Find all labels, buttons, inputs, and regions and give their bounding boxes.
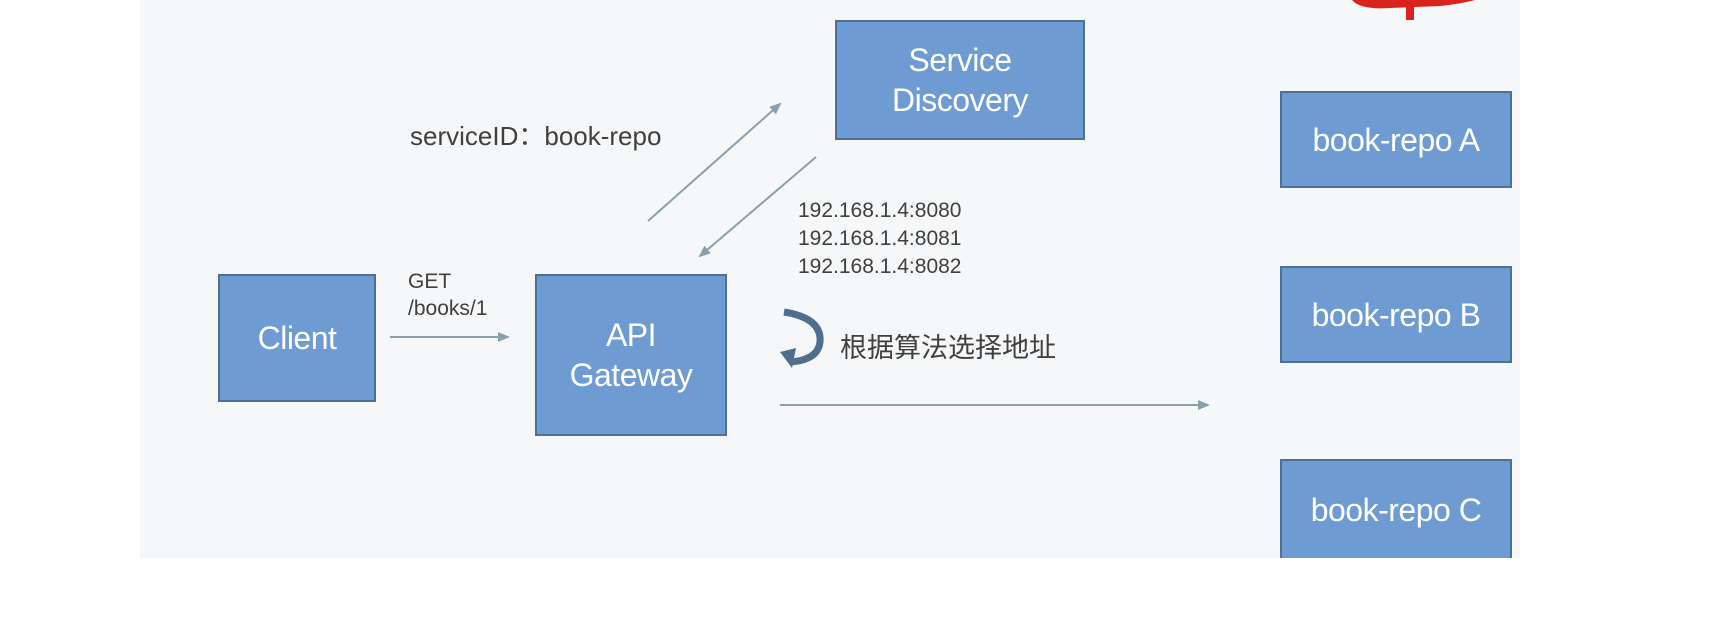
diagram-stage: Client API Gateway Service Discovery boo… — [0, 0, 1736, 626]
api-gateway-box: API Gateway — [535, 274, 727, 436]
service-discovery-label-line2: Discovery — [892, 82, 1028, 118]
api-gateway-label-line2: Gateway — [569, 357, 693, 393]
request-label: GET /books/1 — [408, 268, 487, 322]
request-path-label: /books/1 — [408, 297, 488, 320]
request-method-label: GET — [408, 270, 452, 293]
api-gateway-label-line1: API — [605, 317, 657, 353]
client-label: Client — [257, 320, 337, 356]
book-repo-c-label: book-repo C — [1310, 491, 1482, 528]
book-repo-b-label: book-repo B — [1311, 296, 1481, 333]
address-item: 192.168.1.4:8082 — [798, 255, 962, 278]
service-discovery-box: Service Discovery — [835, 20, 1085, 140]
curved-return-arrow-icon — [780, 308, 824, 368]
service-id-label: serviceID：book-repo — [410, 121, 662, 151]
service-discovery-label-line1: Service — [908, 42, 1012, 78]
book-repo-b-box: book-repo B — [1280, 266, 1512, 363]
book-repo-a-box: book-repo A — [1280, 91, 1512, 188]
algorithm-label: 根据算法选择地址 — [840, 333, 1056, 363]
address-item: 192.168.1.4:8081 — [798, 227, 962, 250]
book-repo-c-box: book-repo C — [1280, 459, 1512, 558]
book-repo-a-label: book-repo A — [1312, 121, 1480, 158]
address-item: 192.168.1.4:8080 — [798, 199, 962, 222]
address-list: 192.168.1.4:8080 192.168.1.4:8081 192.16… — [798, 197, 962, 281]
client-box: Client — [218, 274, 376, 402]
